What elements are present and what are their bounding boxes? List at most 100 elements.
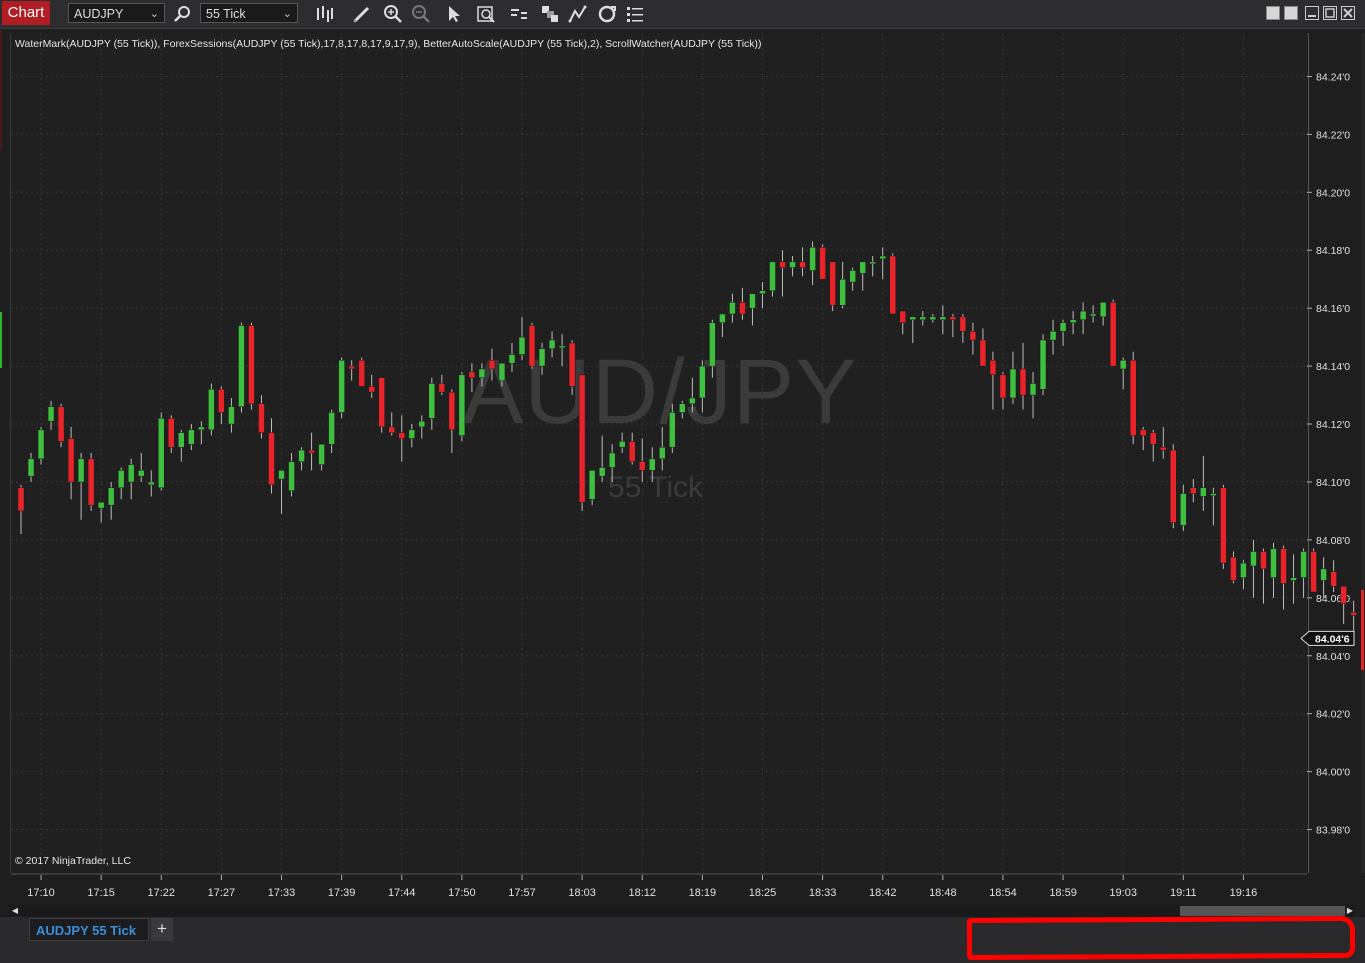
candle-body <box>1069 319 1077 323</box>
x-axis-tick-label: 19:11 <box>1170 887 1197 899</box>
candle-body <box>1350 612 1357 616</box>
candle-body <box>388 426 395 433</box>
candle-body <box>1150 432 1157 445</box>
candle-body <box>548 339 556 349</box>
candle-body <box>879 255 886 260</box>
y-axis-tick-label: 84.08'0 <box>1316 535 1350 547</box>
candle-body <box>298 449 305 462</box>
candle-body <box>999 374 1007 399</box>
candle-body <box>689 397 696 405</box>
candle-body <box>659 446 666 460</box>
x-axis-tick-label: 17:22 <box>148 887 176 899</box>
candle-body <box>558 345 566 349</box>
y-axis-tick-label: 84.24'0 <box>1316 71 1350 83</box>
candle-body <box>1109 302 1117 367</box>
add-tab-button[interactable]: + <box>151 918 173 941</box>
candle-body <box>518 336 526 355</box>
tab-audjpy-55-tick[interactable]: AUDJPY 55 Tick <box>29 918 149 941</box>
candle-body <box>809 247 816 271</box>
candle-body <box>538 348 546 367</box>
candle-body <box>408 429 416 439</box>
candle-body <box>839 278 846 306</box>
candle-body <box>27 458 35 477</box>
candle-body <box>729 302 736 315</box>
x-axis-tick-label: 18:25 <box>749 887 777 899</box>
y-axis-tick-label: 83.98'0 <box>1316 825 1350 837</box>
candle-body <box>168 417 175 448</box>
x-axis-tick-label: 18:42 <box>869 887 897 899</box>
x-axis-tick-label: 18:19 <box>689 887 717 899</box>
price-chart[interactable]: 84.24'0 84.22'0 84.20'0 84.18'0 84.16'0 84.14… <box>0 0 1365 905</box>
candle-body <box>769 261 776 292</box>
candle-body <box>338 360 345 413</box>
candle-body <box>418 420 426 428</box>
candle-body <box>1210 493 1217 496</box>
y-axis-tick-label: 84.10'0 <box>1316 477 1350 489</box>
candle-body <box>528 325 536 367</box>
x-axis-tick-label: 17:39 <box>328 887 356 899</box>
candle-body <box>1099 302 1107 318</box>
candle-body <box>1270 548 1277 578</box>
candle-body <box>348 365 355 370</box>
candle-body <box>829 261 836 306</box>
candle-body <box>1029 383 1037 396</box>
candle-body <box>47 406 55 422</box>
session-marker <box>1361 590 1364 670</box>
annotation-highlight <box>966 915 1356 961</box>
x-axis-tick-label: 17:50 <box>448 887 476 899</box>
candle-body <box>719 313 726 323</box>
scroll-right-icon[interactable]: ▶ <box>1345 905 1355 917</box>
candle-body <box>1250 551 1257 567</box>
candle-body <box>1089 313 1097 317</box>
candle-body <box>358 360 365 387</box>
candle-body <box>57 406 65 442</box>
y-axis-tick-label: 84.18'0 <box>1316 245 1350 257</box>
candle-body <box>1340 585 1347 604</box>
candle-body <box>208 389 215 431</box>
candle-body <box>959 316 967 332</box>
scroll-left-icon[interactable]: ◀ <box>10 905 20 917</box>
candle-body <box>1230 557 1237 581</box>
y-axis-tick-label: 84.00'0 <box>1316 767 1350 779</box>
candle-body <box>17 487 25 512</box>
candle-body <box>1079 310 1087 321</box>
candle-body <box>1119 360 1127 370</box>
candle-body <box>1009 368 1017 399</box>
candle-body <box>398 432 406 439</box>
candle-body <box>178 432 185 448</box>
candle-body <box>488 360 496 370</box>
x-axis-tick-label: 17:57 <box>508 887 536 899</box>
candle-body <box>709 322 716 367</box>
candle-body <box>739 302 746 315</box>
candle-body <box>588 470 596 500</box>
horizontal-scrollbar[interactable]: ◀ ▶ <box>10 905 1355 917</box>
candle-body <box>1160 446 1167 451</box>
candle-body <box>1139 429 1147 436</box>
x-axis-tick-label: 17:10 <box>27 887 55 899</box>
candle-body <box>127 464 135 483</box>
x-axis-tick-label: 19:16 <box>1230 887 1258 899</box>
candle-body <box>699 365 706 399</box>
candle-body <box>428 383 436 419</box>
candle-body <box>1170 449 1177 523</box>
candle-body <box>1280 548 1287 584</box>
x-axis-tick-label: 18:12 <box>628 887 656 899</box>
candle-body <box>37 429 45 460</box>
scrollbar-thumb[interactable] <box>1180 906 1345 916</box>
candle-body <box>368 386 375 393</box>
candle-body <box>1220 487 1227 564</box>
candle-body <box>308 449 315 454</box>
y-axis-tick-label: 84.12'0 <box>1316 419 1350 431</box>
candle-body <box>438 383 446 393</box>
candle-body <box>649 458 656 471</box>
candle-body <box>1180 493 1187 526</box>
x-axis-tick-label: 18:59 <box>1049 887 1077 899</box>
x-axis-tick-label: 18:03 <box>568 887 596 899</box>
candle-body <box>458 374 466 436</box>
indicator-legend: WaterMark(AUDJPY (55 Tick)), ForexSessio… <box>15 38 762 50</box>
candle-body <box>1200 487 1207 497</box>
candle-body <box>1049 331 1057 341</box>
y-axis-tick-label: 84.02'0 <box>1316 709 1350 721</box>
y-axis-tick-label: 84.16'0 <box>1316 303 1350 315</box>
candle-body <box>1290 577 1297 581</box>
